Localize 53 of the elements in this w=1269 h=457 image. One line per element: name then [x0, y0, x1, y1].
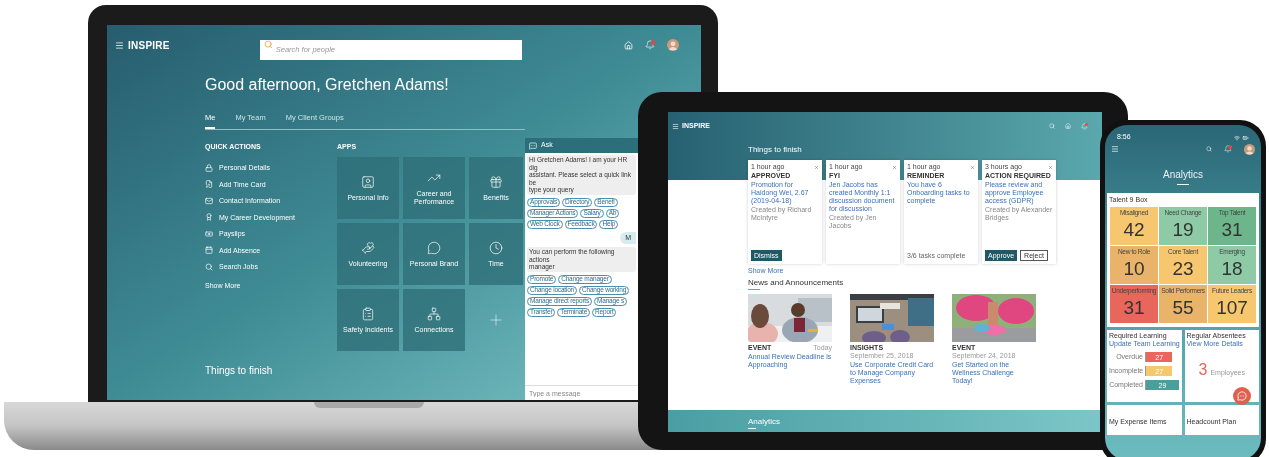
- close-icon[interactable]: [814, 164, 819, 170]
- award-icon: [205, 213, 213, 221]
- section-heading: Things to finish: [748, 144, 803, 156]
- screen-title: Analytics: [1162, 169, 1204, 181]
- avatar[interactable]: [1244, 143, 1255, 155]
- greeting-heading: Good afternoon, Gretchen Adams!: [205, 75, 450, 95]
- bell-icon[interactable]: [1081, 122, 1088, 130]
- close-icon[interactable]: [970, 164, 975, 170]
- close-icon[interactable]: [892, 164, 897, 170]
- lock-icon: [205, 163, 213, 172]
- section-heading: News and Announcements: [748, 278, 845, 288]
- cell-value: 107: [1216, 296, 1248, 320]
- chat-icon: [529, 141, 537, 150]
- section-heading: Things to finish: [205, 364, 273, 378]
- cell-value: 31: [1221, 218, 1243, 242]
- cell-value: 19: [1172, 218, 1194, 242]
- cell-value: 31: [1123, 296, 1145, 320]
- bell-icon[interactable]: [1224, 145, 1232, 153]
- bell-icon[interactable]: [645, 40, 655, 50]
- network-icon: [427, 306, 441, 321]
- home-icon[interactable]: [1065, 123, 1071, 129]
- mail-icon: [205, 196, 213, 205]
- cell-value: 42: [1123, 218, 1145, 242]
- clock-icon: [489, 240, 503, 255]
- wifi-icon: [1234, 135, 1240, 141]
- absentee-count: 3: [1198, 360, 1208, 380]
- avatar[interactable]: [667, 39, 679, 51]
- cell-value: 10: [1123, 257, 1145, 281]
- plus-icon[interactable]: [487, 311, 505, 329]
- cell-value: 23: [1172, 257, 1194, 281]
- clipboard-icon: [361, 306, 375, 321]
- hand-heart-icon: [361, 240, 375, 255]
- section-heading: Analytics: [748, 417, 781, 427]
- search-icon[interactable]: [1206, 146, 1212, 152]
- cell-value: 18: [1221, 257, 1243, 281]
- search-icon: [205, 262, 213, 271]
- search-icon[interactable]: [1049, 123, 1055, 129]
- gift-icon: [489, 174, 503, 189]
- chat-bubble-icon: [427, 240, 441, 255]
- app-logo: INSPIRE: [128, 38, 170, 53]
- search-icon: [263, 40, 273, 49]
- menu-icon[interactable]: [672, 122, 679, 130]
- calendar-icon: [205, 246, 213, 254]
- user-icon: [361, 174, 375, 189]
- menu-icon[interactable]: [115, 40, 124, 50]
- battery-icon: [1242, 135, 1249, 141]
- chat-icon: [1237, 391, 1247, 401]
- file-edit-icon: [205, 180, 213, 188]
- banknote-icon: [205, 229, 213, 238]
- cell-value: 55: [1172, 296, 1194, 320]
- home-icon[interactable]: [624, 40, 633, 50]
- close-icon[interactable]: [1048, 164, 1053, 170]
- menu-icon[interactable]: [1111, 145, 1119, 153]
